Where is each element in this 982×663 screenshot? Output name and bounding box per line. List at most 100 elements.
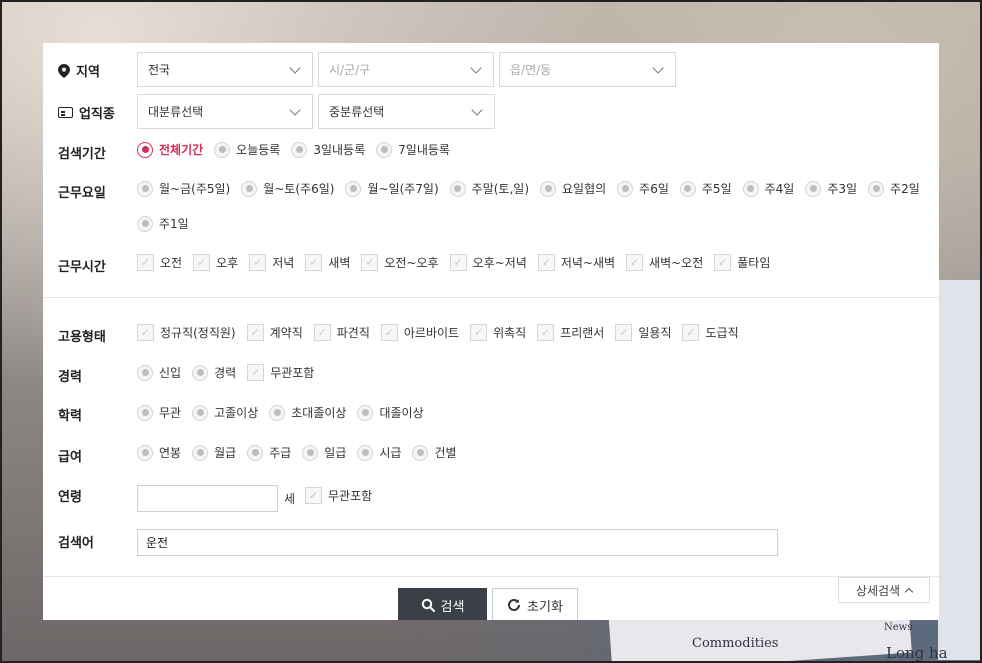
period-option-7days[interactable]: 7일내등록: [376, 141, 450, 158]
workday-option[interactable]: 주1일: [137, 215, 189, 232]
salary-option[interactable]: 일급: [302, 444, 346, 461]
radio-icon: [291, 141, 308, 158]
career-option-experienced[interactable]: 경력: [192, 364, 236, 381]
workday-option-label: 주6일: [639, 182, 669, 196]
employment-option[interactable]: ✓ 계약직: [246, 324, 303, 341]
career-options: 신입 경력 ✓ 무관포함: [137, 364, 325, 381]
age-include-any-checkbox[interactable]: ✓ 무관포함: [305, 487, 372, 504]
radio-icon: [192, 404, 209, 421]
worktime-option[interactable]: ✓ 오후~저녁: [449, 254, 527, 271]
radio-icon: [137, 404, 153, 421]
region-town-select[interactable]: 읍/면/동: [499, 52, 676, 87]
education-option[interactable]: 대졸이상: [357, 404, 424, 421]
education-options: 무관 고졸이상 초대졸이상 대졸이상: [137, 404, 435, 421]
education-label: 학력: [58, 409, 82, 424]
education-option[interactable]: 고졸이상: [192, 404, 258, 421]
region-province-select[interactable]: 전국: [137, 52, 313, 87]
employment-option[interactable]: ✓ 파견직: [313, 324, 370, 341]
employment-option[interactable]: ✓ 정규직(정직원): [137, 324, 236, 341]
checkbox-icon: ✓: [380, 324, 398, 341]
radio-icon: [192, 364, 209, 381]
checkbox-icon: ✓: [193, 254, 211, 271]
keyword-label: 검색어: [58, 536, 94, 551]
workday-option[interactable]: 월~토(주6일): [241, 180, 334, 197]
worktime-option[interactable]: ✓ 오전: [137, 254, 182, 271]
workday-option-label: 월~일(주7일): [367, 182, 439, 196]
salary-option[interactable]: 주급: [247, 444, 291, 461]
employment-option[interactable]: ✓ 도급직: [682, 324, 739, 341]
workday-option[interactable]: 월~일(주7일): [345, 180, 439, 197]
radio-icon: [214, 141, 231, 158]
radio-icon: [679, 180, 696, 197]
search-button[interactable]: 검색: [398, 588, 487, 620]
workday-option[interactable]: 주말(토,일): [449, 180, 529, 197]
salary-option-label: 건별: [434, 446, 457, 460]
employment-option[interactable]: ✓ 일용직: [615, 324, 671, 341]
industry-major-select[interactable]: 대분류선택: [137, 94, 313, 129]
radio-icon: [357, 404, 374, 421]
career-option-label: 신입: [159, 366, 182, 380]
workday-option[interactable]: 요일협의: [540, 180, 606, 197]
worktime-option-label: 오전: [160, 256, 183, 270]
worktime-option[interactable]: ✓ 저녁: [249, 254, 294, 271]
salary-option[interactable]: 월급: [192, 444, 236, 461]
workdays-options-row2: 주1일: [137, 215, 200, 232]
employment-option[interactable]: ✓ 프리랜서: [537, 324, 604, 341]
reset-button[interactable]: 초기화: [492, 588, 578, 620]
radio-icon: [449, 180, 466, 197]
worktime-option[interactable]: ✓ 새벽~오전: [626, 254, 703, 271]
worktime-option[interactable]: ✓ 새벽: [305, 254, 350, 271]
checkbox-icon: ✓: [626, 254, 644, 271]
period-option-all[interactable]: 전체기간: [137, 141, 203, 158]
workday-option-label: 주5일: [701, 182, 732, 196]
career-include-any-checkbox[interactable]: ✓ 무관포함: [247, 364, 314, 381]
education-option[interactable]: 무관: [137, 404, 181, 421]
worktime-option[interactable]: ✓ 오후: [193, 254, 238, 271]
workday-option[interactable]: 주4일: [742, 180, 794, 197]
radio-icon: [137, 180, 153, 197]
detail-search-label: 상세검색: [855, 583, 901, 598]
education-option-label: 초대졸이상: [291, 406, 347, 420]
age-input[interactable]: [137, 485, 278, 512]
period-option-today[interactable]: 오늘등록: [214, 141, 280, 158]
education-option[interactable]: 초대졸이상: [269, 404, 346, 421]
education-option-label: 무관: [159, 406, 182, 420]
workday-option[interactable]: 주3일: [805, 180, 857, 197]
salary-option[interactable]: 건별: [412, 444, 457, 461]
salary-option[interactable]: 연봉: [137, 444, 181, 461]
region-label: 지역: [58, 61, 100, 80]
career-option-new[interactable]: 신입: [137, 364, 181, 381]
employment-label: 고용형태: [58, 330, 106, 345]
keyword-input[interactable]: 운전: [137, 529, 778, 556]
workday-option[interactable]: 주2일: [868, 180, 920, 197]
radio-icon: [192, 444, 209, 461]
background-text-commodities: Commodities: [692, 636, 779, 651]
workday-option[interactable]: 주5일: [679, 180, 732, 197]
worktime-option-label: 저녁~새벽: [560, 256, 616, 270]
worktime-option[interactable]: ✓ 저녁~새벽: [537, 254, 616, 271]
employment-option[interactable]: ✓ 아르바이트: [380, 324, 459, 341]
salary-option[interactable]: 시급: [357, 444, 401, 461]
region-city-select[interactable]: 시/군/구: [318, 52, 494, 87]
worktime-options: ✓ 오전 ✓ 오후 ✓ 저녁 ✓ 새벽 ✓ 오전~오후 ✓ 오후~저녁 ✓ 저녁~새벽 ✓ 새벽…: [137, 254, 781, 271]
workday-option[interactable]: 주6일: [617, 180, 669, 197]
workday-option[interactable]: 월~금(주5일): [137, 180, 230, 197]
worktime-option[interactable]: ✓ 오전~오후: [361, 254, 439, 271]
period-option-3days[interactable]: 3일내등록: [291, 141, 365, 158]
workday-option-label: 요일협의: [562, 182, 607, 196]
checkbox-icon: ✓: [305, 254, 323, 271]
workday-option-label: 월~금(주5일): [159, 182, 231, 196]
industry-minor-select[interactable]: 중분류선택: [318, 94, 495, 129]
radio-icon: [137, 364, 153, 381]
age-unit: 세: [284, 492, 296, 506]
radio-icon: [269, 404, 286, 421]
footer-divider: [43, 576, 939, 577]
radio-icon: [868, 180, 885, 197]
radio-icon: [357, 444, 374, 461]
radio-icon: [617, 180, 634, 197]
detail-search-button[interactable]: 상세검색: [838, 577, 930, 603]
employment-option-label: 위촉직: [493, 326, 527, 340]
workday-option-label: 주2일: [890, 182, 920, 196]
worktime-option[interactable]: ✓ 풀타임: [714, 254, 770, 271]
employment-option[interactable]: ✓ 위촉직: [470, 324, 526, 341]
